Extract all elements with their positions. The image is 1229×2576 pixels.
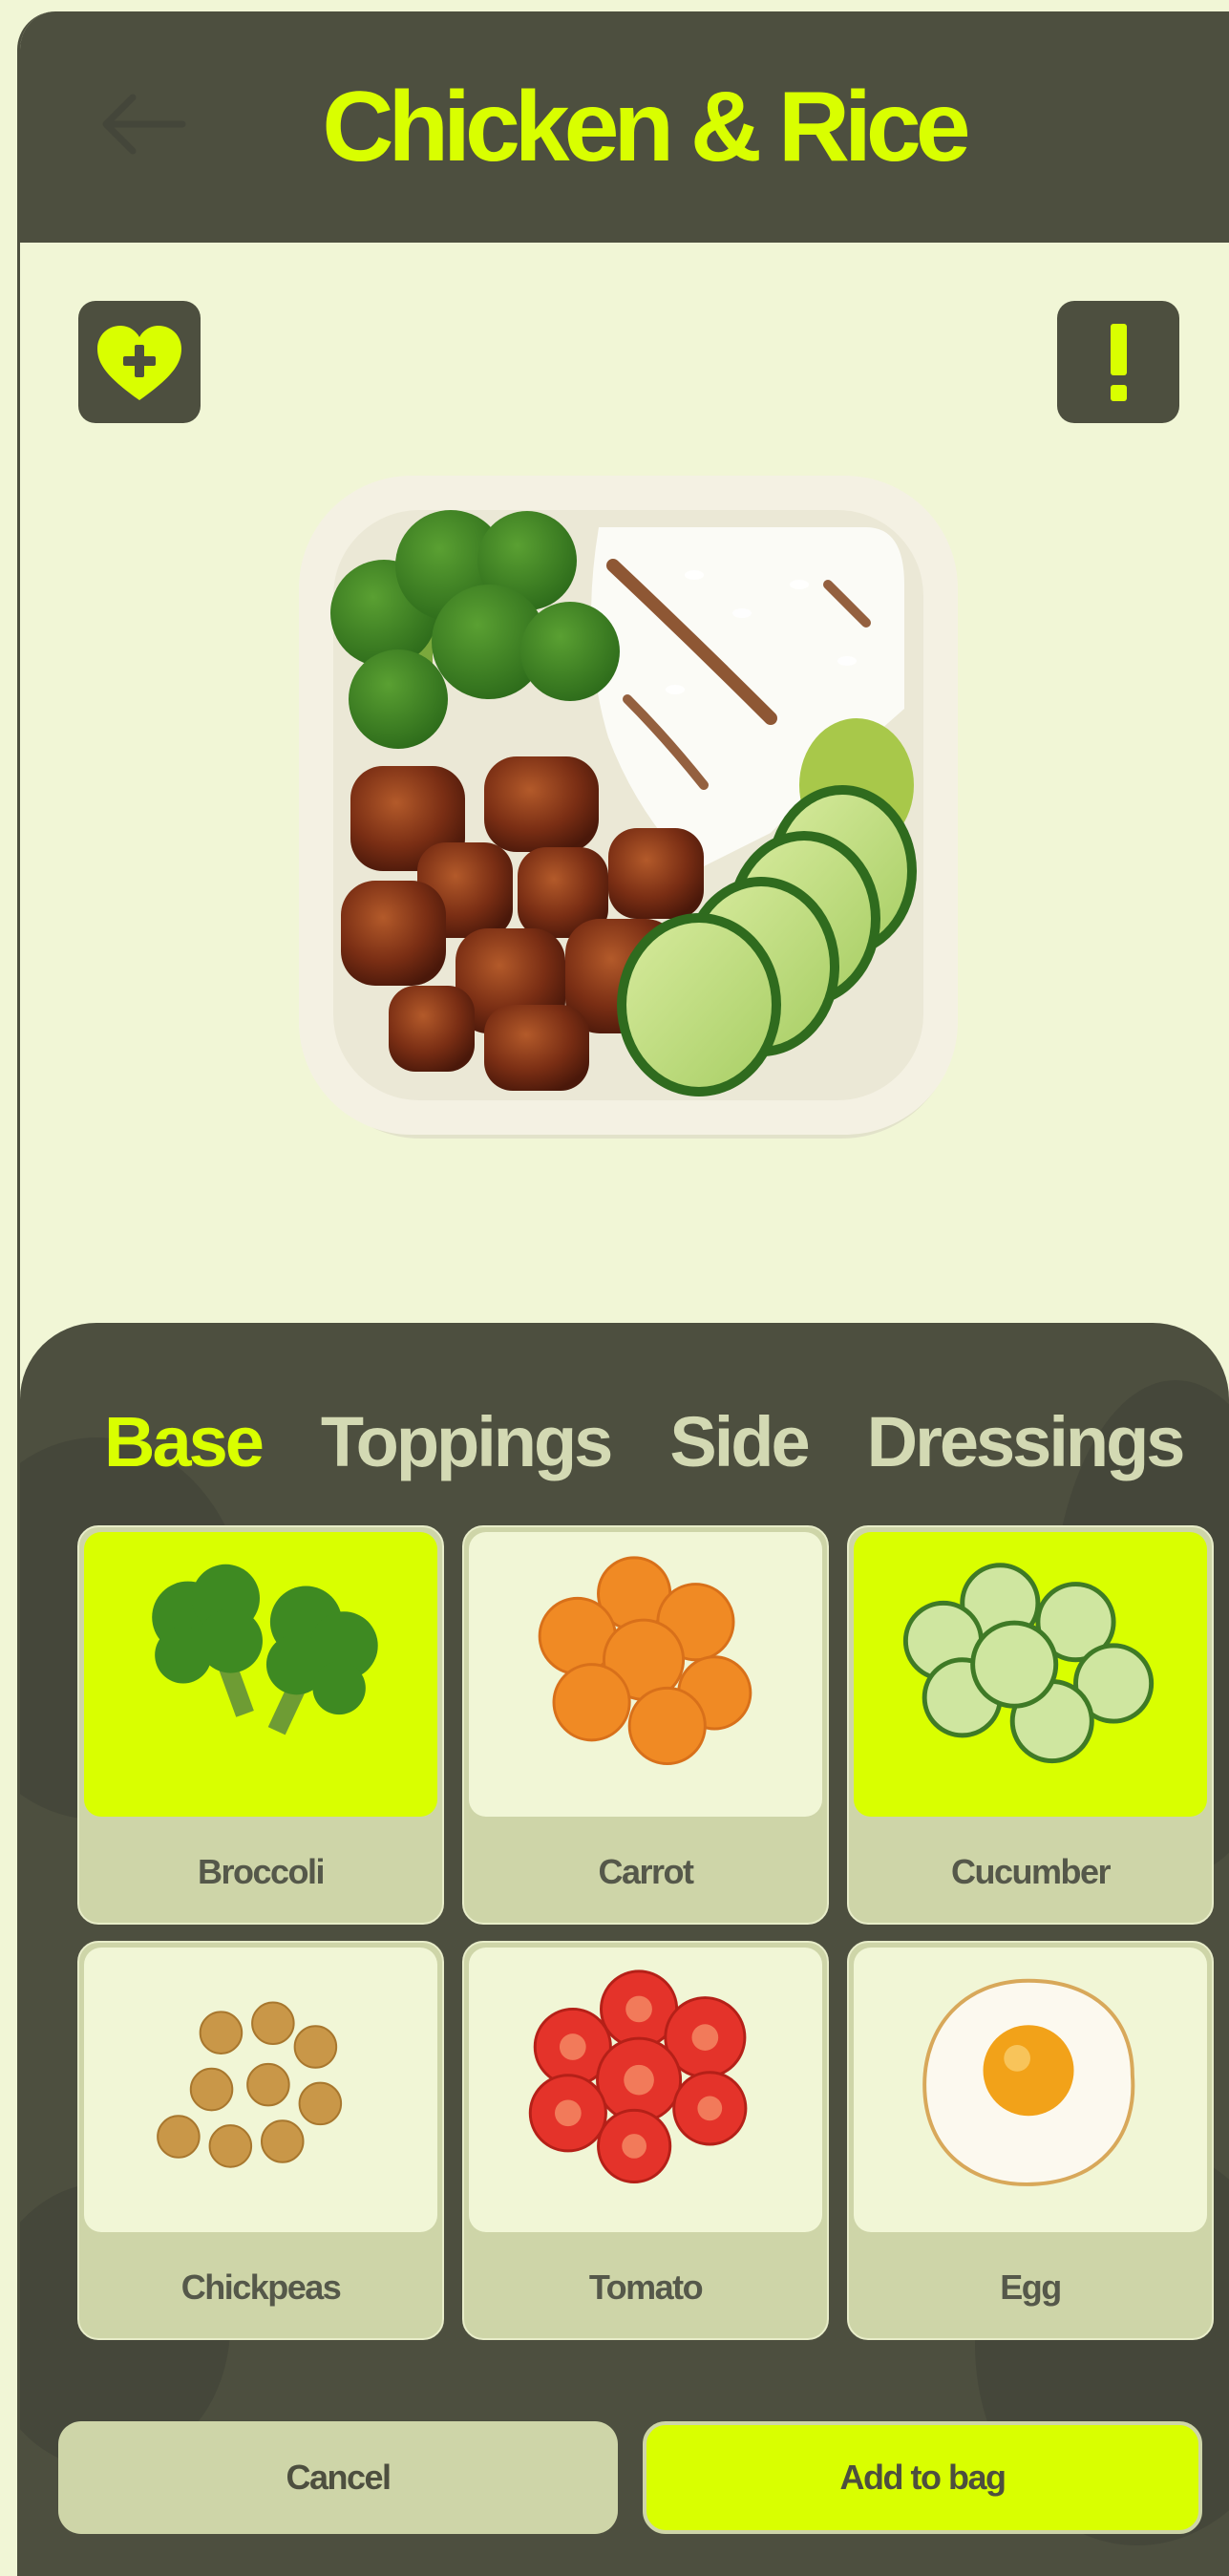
alert-button[interactable] xyxy=(1057,301,1179,423)
meal-bowl-image xyxy=(293,470,964,1140)
ingredient-card-egg[interactable]: Egg xyxy=(847,1941,1214,2340)
ingredient-label: Egg xyxy=(1000,2267,1062,2307)
cancel-button[interactable]: Cancel xyxy=(58,2421,618,2534)
ingredient-label: Broccoli xyxy=(197,1852,326,1891)
app-frame: Chicken & Rice Base Toppings Side Dressi… xyxy=(17,11,1229,2576)
tab-toppings[interactable]: Toppings xyxy=(321,1401,613,1482)
category-tabs: Base Toppings Side Dressings xyxy=(104,1401,1186,1482)
tab-base[interactable]: Base xyxy=(104,1401,265,1482)
ingredient-label: Carrot xyxy=(598,1852,694,1891)
heart-plus-icon xyxy=(97,326,181,400)
exclamation-icon xyxy=(1111,324,1127,401)
ingredient-card-chickpeas[interactable]: Chickpeas xyxy=(77,1941,444,2340)
favorite-button[interactable] xyxy=(78,301,201,423)
ingredient-label: Chickpeas xyxy=(180,2267,342,2307)
tab-dressings[interactable]: Dressings xyxy=(867,1401,1186,1482)
ingredient-label: Cucumber xyxy=(950,1852,1112,1891)
add-to-bag-button[interactable]: Add to bag xyxy=(643,2421,1202,2534)
tab-side[interactable]: Side xyxy=(669,1401,810,1482)
ingredient-label: Tomato xyxy=(588,2267,704,2307)
ingredient-card-tomato[interactable]: Tomato xyxy=(462,1941,829,2340)
ingredient-card-broccoli[interactable]: Broccoli xyxy=(77,1525,444,1925)
ingredient-card-carrot[interactable]: Carrot xyxy=(462,1525,829,1925)
header: Chicken & Rice xyxy=(20,11,1229,243)
page-title: Chicken & Rice xyxy=(322,72,970,182)
customization-panel: Base Toppings Side Dressings Broccoli Ca… xyxy=(20,1323,1229,2576)
ingredient-card-cucumber[interactable]: Cucumber xyxy=(847,1525,1214,1925)
